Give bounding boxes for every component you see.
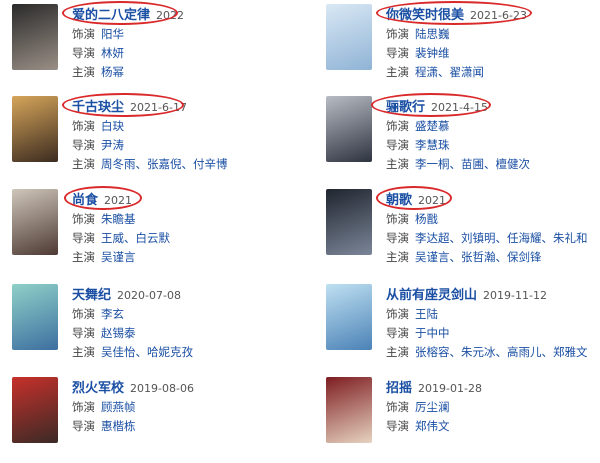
drama-date: 2021-4-15 [431, 101, 488, 114]
drama-item: 烈火军校 2019-08-06 饰演 顾燕帧 导演 惠楷栋 [12, 377, 302, 463]
director-label: 导演 [386, 138, 409, 152]
drama-date: 2021 [104, 194, 133, 207]
role-label: 饰演 [386, 400, 409, 414]
cast-names[interactable]: 吴谨言 [101, 250, 136, 264]
poster-image[interactable] [326, 189, 372, 255]
cast-label: 主演 [386, 157, 409, 171]
role-name[interactable]: 王陆 [415, 307, 438, 321]
director-name[interactable]: 李慧珠 [415, 138, 450, 152]
poster-image[interactable] [12, 284, 58, 350]
role-name[interactable]: 顾燕帧 [101, 400, 136, 414]
cast-names[interactable]: 李一桐、苗圃、檀健次 [415, 157, 530, 171]
role-label: 饰演 [386, 27, 409, 41]
cast-label: 主演 [72, 65, 95, 79]
director-name[interactable]: 王威、白云默 [101, 231, 170, 245]
director-label: 导演 [72, 326, 95, 340]
cast-label: 主演 [386, 65, 409, 79]
drama-title[interactable]: 尚食 [72, 193, 98, 208]
drama-item: 骊歌行 2021-4-15 饰演 盛楚慕 导演 李慧珠 主演 李一桐、苗圃、檀健次 [326, 96, 600, 182]
drama-title[interactable]: 骊歌行 [386, 100, 425, 115]
director-name[interactable]: 郑伟文 [415, 419, 450, 433]
director-label: 导演 [72, 46, 95, 60]
drama-title[interactable]: 朝歌 [386, 193, 412, 208]
drama-date: 2021-6-17 [130, 101, 187, 114]
poster-image[interactable] [12, 4, 58, 70]
drama-title[interactable]: 招摇 [386, 381, 412, 396]
cast-names[interactable]: 程潇、翟潇闻 [415, 65, 484, 79]
drama-title[interactable]: 从前有座灵剑山 [386, 288, 477, 303]
director-label: 导演 [72, 138, 95, 152]
cast-label: 主演 [72, 157, 95, 171]
cast-names[interactable]: 杨幂 [101, 65, 124, 79]
role-name[interactable]: 陆思巍 [415, 27, 450, 41]
drama-item: 天舞纪 2020-07-08 饰演 李玄 导演 赵锡泰 主演 吴佳怡、哈妮克孜 [12, 284, 302, 370]
poster-image[interactable] [326, 4, 372, 70]
poster-image[interactable] [326, 284, 372, 350]
cast-names[interactable]: 周冬雨、张嘉倪、付辛博 [101, 157, 228, 171]
poster-image[interactable] [12, 189, 58, 255]
drama-title[interactable]: 天舞纪 [72, 288, 111, 303]
role-name[interactable]: 杨戬 [415, 212, 438, 226]
role-label: 饰演 [72, 119, 95, 133]
director-label: 导演 [386, 419, 409, 433]
drama-item: 爱的二八定律 2022 饰演 阳华 导演 林妍 主演 杨幂 [12, 4, 302, 90]
director-label: 导演 [386, 231, 409, 245]
role-name[interactable]: 白玦 [101, 119, 124, 133]
poster-image[interactable] [12, 96, 58, 162]
drama-item: 尚食 2021 饰演 朱瞻基 导演 王威、白云默 主演 吴谨言 [12, 189, 302, 275]
director-label: 导演 [72, 231, 95, 245]
drama-date: 2021-6-23 [470, 9, 527, 22]
drama-title[interactable]: 你微笑时很美 [386, 8, 464, 23]
role-name[interactable]: 阳华 [101, 27, 124, 41]
director-name[interactable]: 于中中 [415, 326, 450, 340]
role-label: 饰演 [386, 212, 409, 226]
director-label: 导演 [386, 326, 409, 340]
drama-date: 2019-11-12 [483, 289, 547, 302]
role-label: 饰演 [72, 307, 95, 321]
drama-date: 2019-01-28 [418, 382, 482, 395]
director-label: 导演 [72, 419, 95, 433]
poster-image[interactable] [12, 377, 58, 443]
director-name[interactable]: 赵锡泰 [101, 326, 136, 340]
director-name[interactable]: 李达超、刘镇明、任海耀、朱礼和 [415, 231, 588, 245]
poster-image[interactable] [326, 377, 372, 443]
drama-date: 2019-08-06 [130, 382, 194, 395]
drama-date: 2020-07-08 [117, 289, 181, 302]
director-name[interactable]: 林妍 [101, 46, 124, 60]
drama-item: 千古玦尘 2021-6-17 饰演 白玦 导演 尹涛 主演 周冬雨、张嘉倪、付辛博 [12, 96, 302, 182]
director-name[interactable]: 尹涛 [101, 138, 124, 152]
role-name[interactable]: 朱瞻基 [101, 212, 136, 226]
role-name[interactable]: 盛楚慕 [415, 119, 450, 133]
drama-title[interactable]: 爱的二八定律 [72, 8, 150, 23]
role-label: 饰演 [386, 307, 409, 321]
role-label: 饰演 [386, 119, 409, 133]
drama-title[interactable]: 千古玦尘 [72, 100, 124, 115]
role-label: 饰演 [72, 212, 95, 226]
cast-label: 主演 [72, 250, 95, 264]
role-label: 饰演 [72, 27, 95, 41]
drama-date: 2021 [418, 194, 447, 207]
cast-label: 主演 [386, 345, 409, 359]
cast-names[interactable]: 张榕容、朱元冰、高雨儿、郑雅文 [415, 345, 588, 359]
role-label: 饰演 [72, 400, 95, 414]
drama-title[interactable]: 烈火军校 [72, 381, 124, 396]
director-label: 导演 [386, 46, 409, 60]
cast-names[interactable]: 吴佳怡、哈妮克孜 [101, 345, 193, 359]
cast-label: 主演 [386, 250, 409, 264]
cast-label: 主演 [72, 345, 95, 359]
poster-image[interactable] [326, 96, 372, 162]
drama-item: 从前有座灵剑山 2019-11-12 饰演 王陆 导演 于中中 主演 张榕容、朱元冰、高… [326, 284, 600, 370]
role-name[interactable]: 厉尘澜 [415, 400, 450, 414]
drama-list: 爱的二八定律 2022 饰演 阳华 导演 林妍 主演 杨幂 你微笑时很美 2021-6-2… [0, 0, 600, 443]
director-name[interactable]: 裴钟维 [415, 46, 450, 60]
drama-item: 朝歌 2021 饰演 杨戬 导演 李达超、刘镇明、任海耀、朱礼和 主演 吴谨言、张哲瀚、… [326, 189, 600, 275]
director-name[interactable]: 惠楷栋 [101, 419, 136, 433]
drama-date: 2022 [156, 9, 185, 22]
drama-item: 你微笑时很美 2021-6-23 饰演 陆思巍 导演 裴钟维 主演 程潇、翟潇闻 [326, 4, 600, 90]
role-name[interactable]: 李玄 [101, 307, 124, 321]
cast-names[interactable]: 吴谨言、张哲瀚、保剑锋 [415, 250, 542, 264]
drama-item: 招摇 2019-01-28 饰演 厉尘澜 导演 郑伟文 [326, 377, 600, 463]
